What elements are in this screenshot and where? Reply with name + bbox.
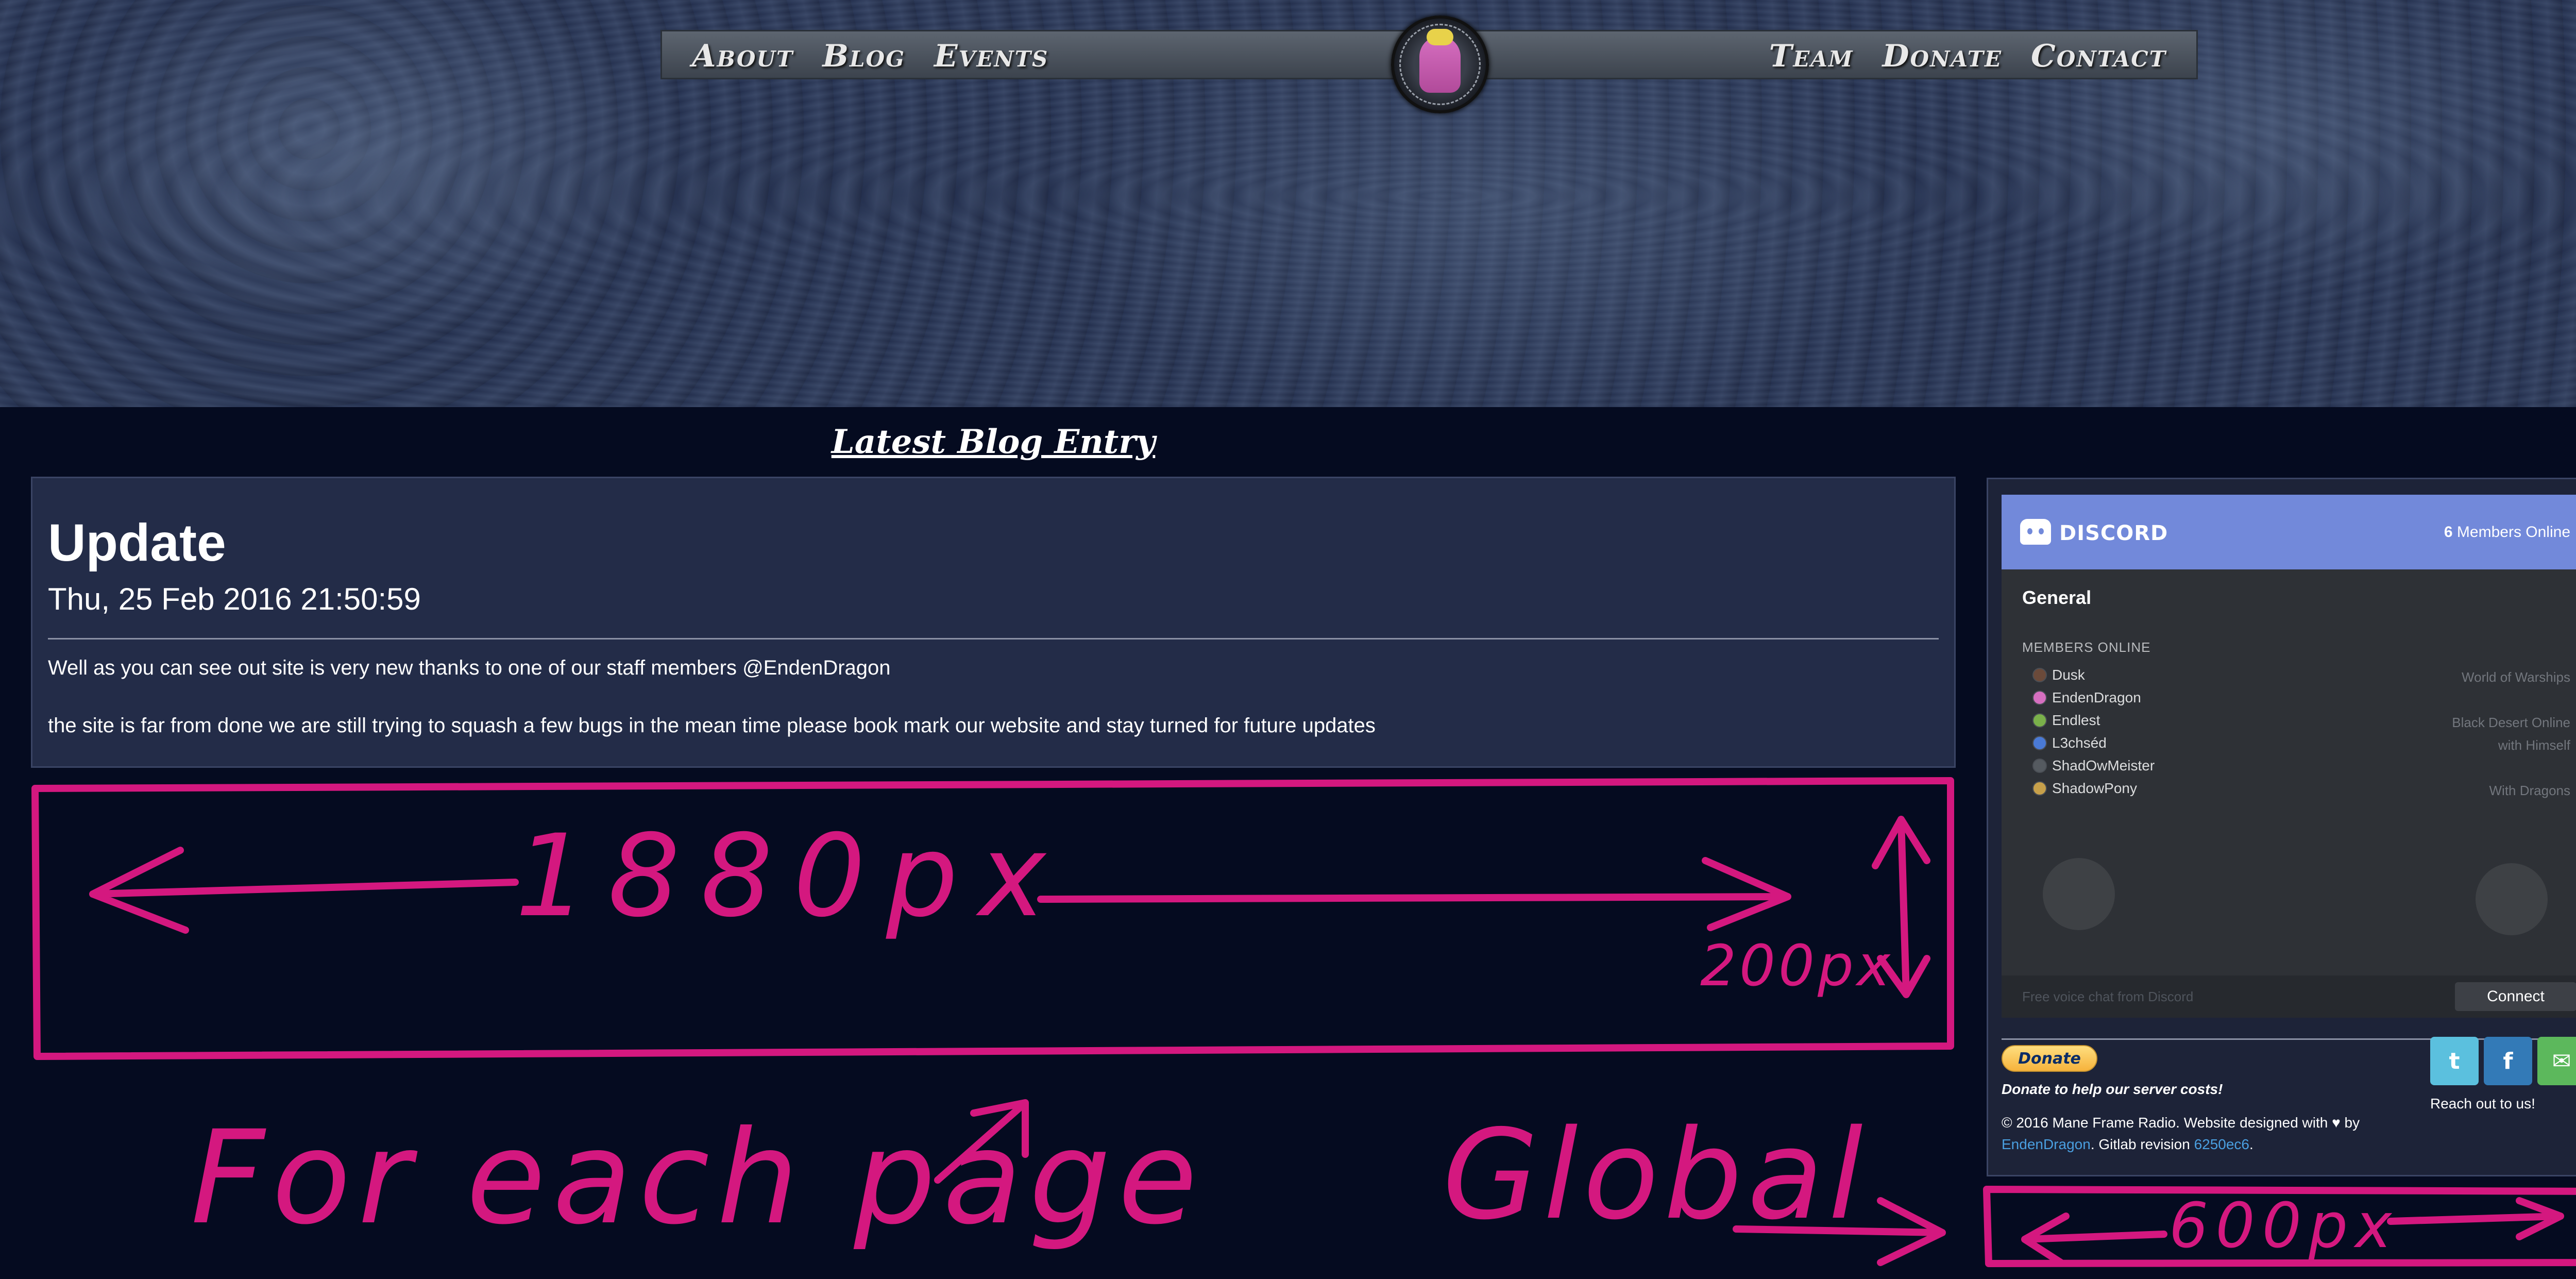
blog-date: Thu, 25 Feb 2016 21:50:59 [48,582,421,616]
sidebar-width-annotation-label: 600px [2169,1190,2399,1262]
member-name: Dusk [2052,667,2085,683]
nav-events[interactable]: Events [934,38,1048,74]
paypal-donate-button[interactable]: Donate [2002,1045,2097,1072]
gitlab-label: . Gitlab revision [2090,1136,2190,1152]
facebook-icon[interactable]: f [2484,1037,2532,1085]
nav-left-group: About Blog Events [692,31,1048,81]
pony-mascot-icon [1419,29,1461,93]
nav-right-group: Team Donate Contact [1769,31,2166,81]
blog-paragraph: Well as you can see out site is very new… [48,657,891,679]
heart-icon: ♥ [2332,1115,2341,1131]
copyright-footer: © 2016 Mane Frame Radio. Website designe… [2002,1112,2414,1155]
copyright-by: by [2344,1115,2360,1131]
member-avatar [2032,713,2047,728]
discord-watermark-icon [2022,843,2570,946]
discord-member-row[interactable]: L3chséd with Himself [2022,732,2570,754]
author-link[interactable]: EndenDragon [2002,1136,2091,1152]
nav-contact[interactable]: Contact [2031,38,2166,74]
nav-donate[interactable]: Donate [1882,38,2002,74]
member-avatar [2032,736,2047,750]
discord-channel-name: General [2022,587,2092,608]
discord-footer: Free voice chat from Discord Connect [2002,975,2576,1018]
members-list: Dusk World of Warships EndenDragon Endlest B… [2022,664,2570,800]
discord-widget: DISCORD 6 Members Online General MEMBERS… [2002,495,2576,1018]
twitter-icon[interactable]: t [2430,1037,2479,1085]
discord-header: DISCORD 6 Members Online [2002,495,2576,569]
discord-logo-icon [2020,519,2051,545]
discord-member-row[interactable]: Dusk World of Warships [2022,664,2570,686]
donate-caption: Donate to help our server costs! [2002,1081,2223,1097]
member-game-status: With Dragons [2489,783,2571,798]
copyright-prefix: © 2016 Mane Frame Radio. Website designe… [2002,1115,2328,1131]
width-arrow-left [89,847,519,934]
discord-member-row[interactable]: ShadOwMeister [2022,754,2570,777]
member-game-status: World of Warships [2462,669,2570,685]
site-logo[interactable] [1391,15,1489,113]
email-icon[interactable]: ✉ [2537,1037,2576,1085]
width-arrow-right [1037,857,1791,931]
member-avatar [2032,781,2047,796]
revision-link[interactable]: 6250ec6 [2194,1136,2249,1152]
online-count-number: 6 [2444,524,2453,541]
discord-member-row[interactable]: ShadowPony With Dragons [2022,777,2570,800]
blog-card: Update Thu, 25 Feb 2016 21:50:59 Well as… [31,477,1956,768]
blog-divider [48,638,1939,639]
member-name: L3chséd [2052,735,2107,751]
reach-out-label: Reach out to us! [2430,1096,2535,1112]
width-annotation-label: 1880px [515,810,1066,942]
member-game-status: with Himself [2498,737,2570,753]
blog-paragraph: the site is far from done we are still t… [48,714,1376,737]
sidebar: DISCORD 6 Members Online General MEMBERS… [1987,478,2576,1176]
nav-blog[interactable]: Blog [822,38,905,74]
member-avatar [2032,759,2047,773]
discord-connect-button[interactable]: Connect [2455,982,2576,1011]
discord-member-row[interactable]: EndenDragon [2022,686,2570,709]
discord-online-count: 6 Members Online [2444,524,2570,541]
height-annotation-label: 200px [1700,933,1893,999]
member-name: EndenDragon [2052,689,2141,705]
member-game-status: Black Desert Online [2452,715,2570,730]
discord-member-row[interactable]: Endlest Black Desert Online [2022,709,2570,732]
member-name: Endlest [2052,712,2100,728]
member-avatar [2032,668,2047,682]
online-count-label: Members Online [2456,524,2570,541]
social-buttons: t f ✉ [2430,1037,2576,1085]
per-page-annotation-label: For each page [191,1103,1205,1253]
member-name: ShadowPony [2052,780,2138,796]
nav-team[interactable]: Team [1769,38,1854,74]
member-name: ShadOwMeister [2052,758,2155,773]
latest-blog-heading[interactable]: Latest Blog Entry [0,423,1987,461]
member-avatar [2032,691,2047,705]
blog-title: Update [48,513,226,572]
members-online-heading: MEMBERS ONLINE [2022,639,2151,655]
global-annotation-label: Global [1443,1103,1868,1247]
discord-footer-note: Free voice chat from Discord [2022,988,2194,1004]
copyright-end: . [2249,1136,2253,1152]
discord-wordmark: DISCORD [2059,521,2168,545]
nav-about[interactable]: About [692,38,793,74]
discord-body: General MEMBERS ONLINE Dusk World of Wars… [2002,569,2576,966]
